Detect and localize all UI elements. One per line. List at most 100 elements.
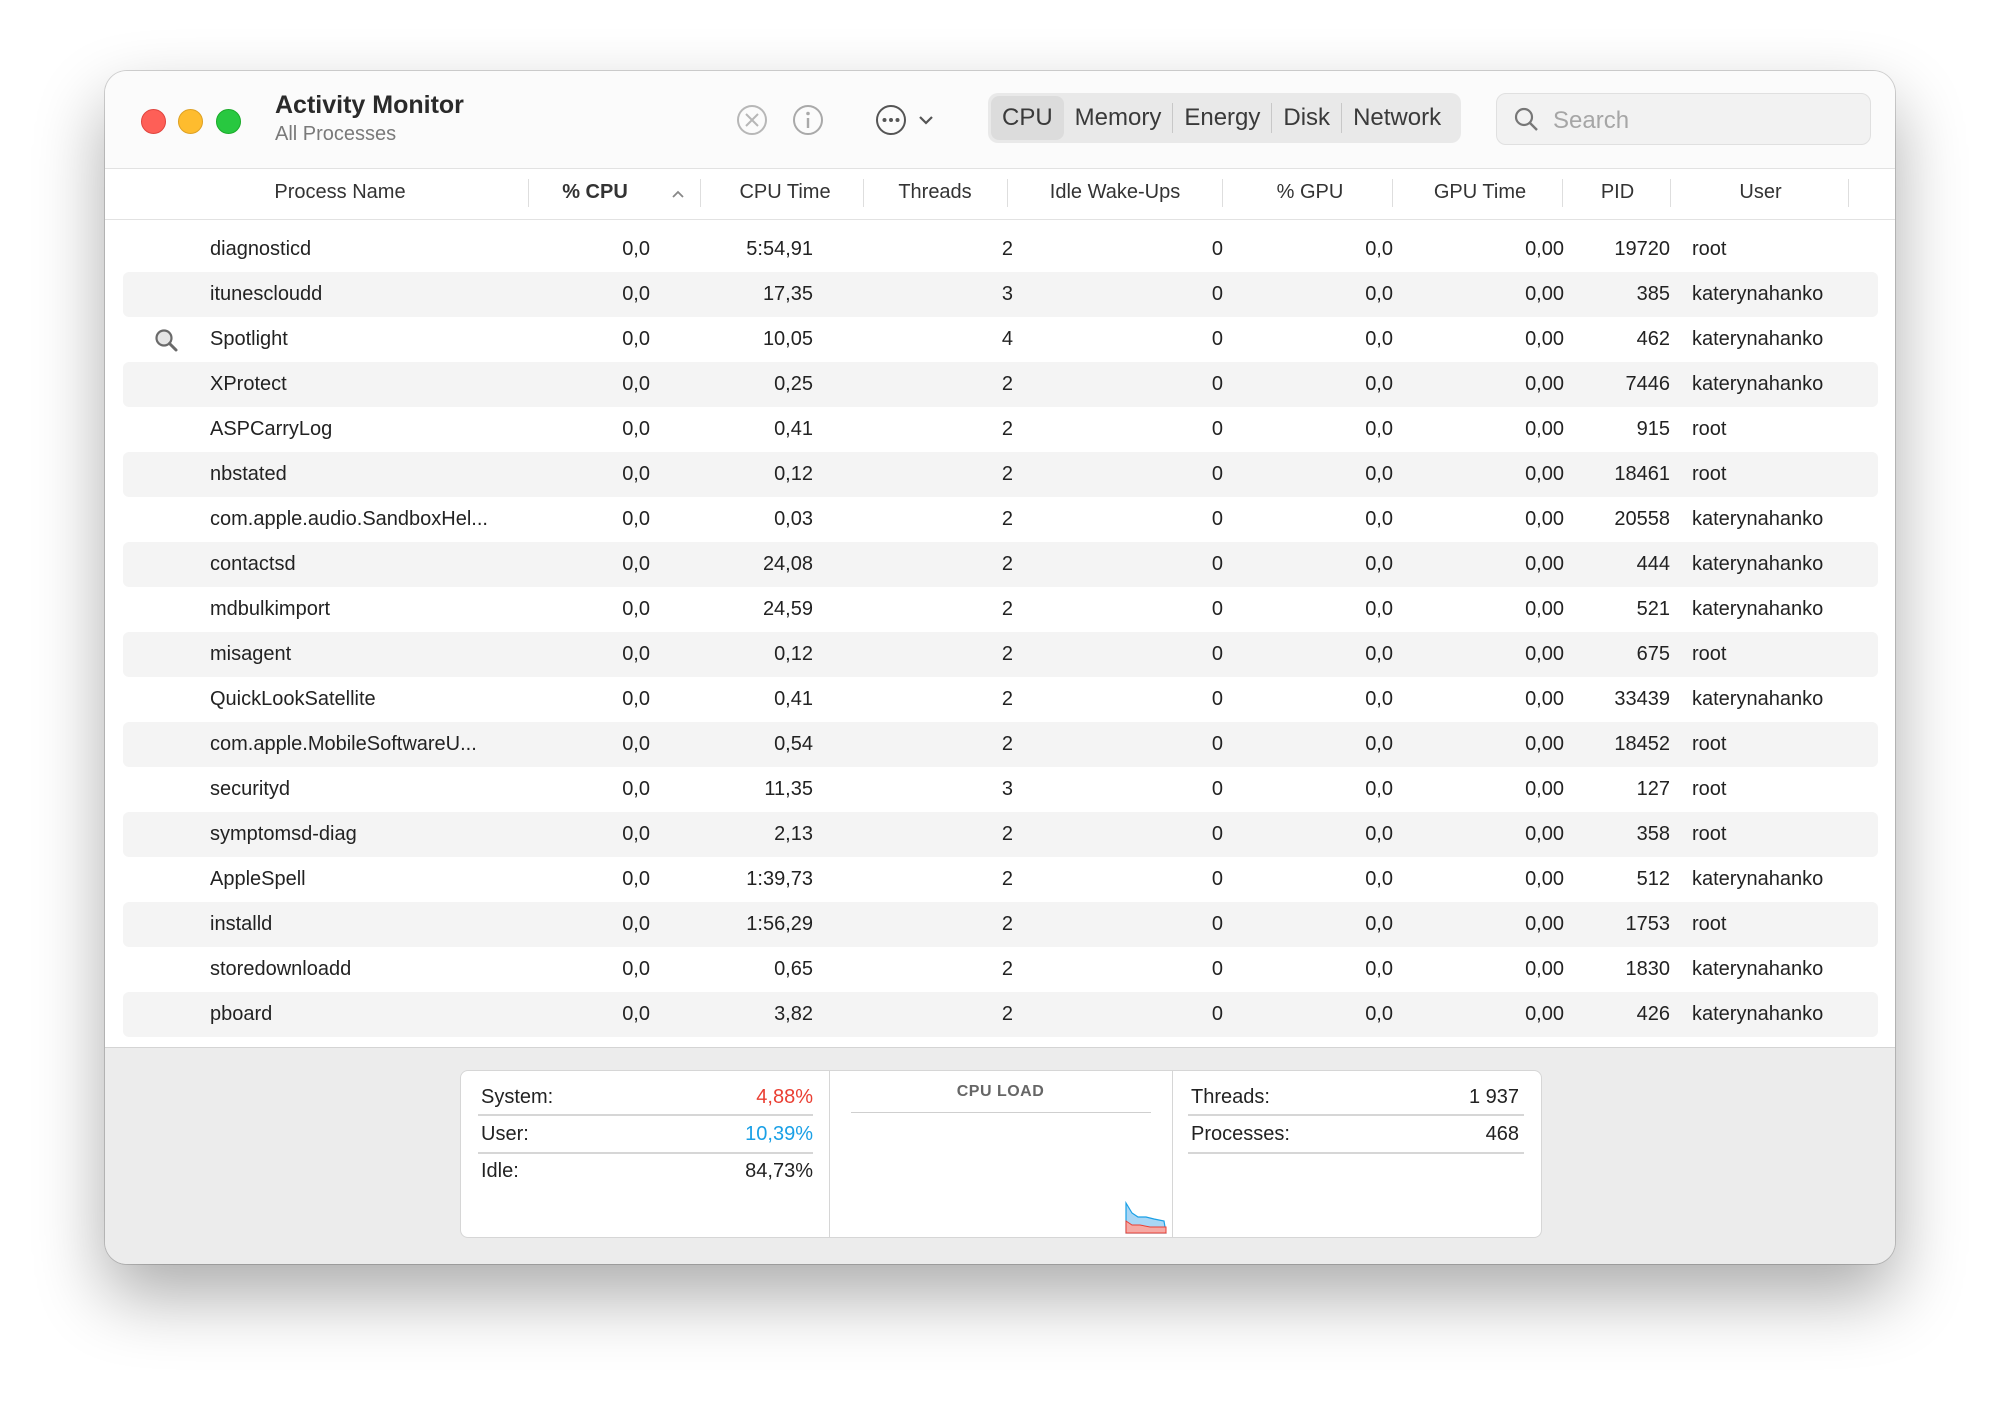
cpu-cell: 0,0 [622, 553, 650, 575]
pid-cell: 7446 [1625, 373, 1671, 395]
table-row[interactable]: ASPCarryLog 0,0 0,41 2 0 0,0 0,00 915 root [123, 407, 1878, 452]
cpu-time-cell: 1:56,29 [746, 913, 813, 935]
tab-cpu[interactable]: CPU [991, 96, 1064, 140]
column-header-cpu[interactable]: % CPU [535, 181, 655, 204]
more-options-icon[interactable] [872, 101, 910, 139]
tab-energy[interactable]: Energy [1173, 96, 1271, 140]
idle-wake-ups-cell: 0 [1211, 418, 1223, 440]
activity-monitor-window: Activity Monitor All Processes CPU Memor… [105, 71, 1895, 1264]
search-field[interactable]: Search [1496, 93, 1871, 145]
gpu-cell: 0,0 [1365, 553, 1393, 575]
cpu-cell: 0,0 [622, 328, 650, 350]
table-row[interactable]: pboard 0,0 3,82 2 0 0,0 0,00 426 katerynahanko [123, 992, 1878, 1037]
table-row[interactable]: itunescloudd 0,0 17,35 3 0 0,0 0,00 385 kateryna… [123, 272, 1878, 317]
window-title: Activity Monitor [275, 91, 464, 119]
tab-disk[interactable]: Disk [1272, 96, 1341, 140]
gpu-time-cell: 0,00 [1525, 373, 1564, 395]
column-header-pid[interactable]: PID [1565, 181, 1670, 204]
threads-cell: 2 [1001, 373, 1013, 395]
stat-divider [478, 1152, 813, 1154]
cpu-cell: 0,0 [622, 688, 650, 710]
process-name-cell: contactsd [210, 553, 296, 575]
table-row[interactable]: nbstated 0,0 0,12 2 0 0,0 0,00 18461 root [123, 452, 1878, 497]
pid-cell: 512 [1636, 868, 1670, 890]
pid-cell: 19720 [1614, 238, 1670, 260]
table-row[interactable]: securityd 0,0 11,35 3 0 0,0 0,00 127 root [123, 767, 1878, 812]
user-cell: katerynahanko [1692, 688, 1824, 710]
column-header-threads[interactable]: Threads [865, 181, 1005, 204]
column-header-idle-wake-ups[interactable]: Idle Wake-Ups [1010, 181, 1220, 204]
idle-wake-ups-cell: 0 [1211, 958, 1223, 980]
processes-label: Processes: [1191, 1123, 1290, 1145]
stop-process-icon[interactable] [733, 101, 771, 139]
idle-wake-ups-cell: 0 [1211, 373, 1223, 395]
idle-wake-ups-cell: 0 [1211, 553, 1223, 575]
idle-wake-ups-cell: 0 [1211, 733, 1223, 755]
process-name-cell: storedownloadd [210, 958, 352, 980]
column-header-gpu[interactable]: % GPU [1225, 181, 1395, 204]
gpu-time-cell: 0,00 [1525, 778, 1564, 800]
table-row[interactable]: contactsd 0,0 24,08 2 0 0,0 0,00 444 katerynahan… [123, 542, 1878, 587]
gpu-cell: 0,0 [1365, 598, 1393, 620]
table-row[interactable]: symptomsd-diag 0,0 2,13 2 0 0,0 0,00 358 root [123, 812, 1878, 857]
idle-wake-ups-cell: 0 [1211, 508, 1223, 530]
pid-cell: 127 [1636, 778, 1670, 800]
info-icon[interactable] [789, 101, 827, 139]
column-header-user[interactable]: User [1673, 181, 1848, 204]
user-cell: root [1692, 238, 1727, 260]
cpu-time-cell: 0,65 [774, 958, 813, 980]
process-name-cell: symptomsd-diag [210, 823, 357, 845]
process-name-cell: pboard [210, 1003, 273, 1025]
pid-cell: 426 [1636, 1003, 1670, 1025]
chevron-down-icon[interactable] [915, 101, 937, 139]
cpu-cell: 0,0 [622, 238, 650, 260]
column-header-process-name[interactable]: Process Name [245, 181, 435, 204]
stat-divider [1188, 1114, 1524, 1116]
system-value: 4,88% [756, 1086, 813, 1108]
gpu-time-cell: 0,00 [1525, 553, 1564, 575]
tab-network[interactable]: Network [1342, 96, 1452, 140]
gpu-cell: 0,0 [1365, 373, 1393, 395]
threads-cell: 2 [1001, 823, 1013, 845]
threads-value: 1 937 [1468, 1086, 1519, 1108]
table-row[interactable]: Spotlight 0,0 10,05 4 0 0,0 0,00 462 katerynahan… [123, 317, 1878, 362]
user-cell: root [1692, 778, 1727, 800]
column-header-cpu-time[interactable]: CPU Time [705, 181, 865, 204]
user-cell: katerynahanko [1692, 1003, 1824, 1025]
user-cell: katerynahanko [1692, 328, 1824, 350]
table-row[interactable]: mdbulkimport 0,0 24,59 2 0 0,0 0,00 521 kateryna… [123, 587, 1878, 632]
table-row[interactable]: storedownloadd 0,0 0,65 2 0 0,0 0,00 1830 katery… [123, 947, 1878, 992]
table-row[interactable]: com.apple.MobileSoftwareU... 0,0 0,54 2 0 0,0… [123, 722, 1878, 767]
search-input[interactable]: Search [1553, 107, 1629, 135]
table-row[interactable]: XProtect 0,0 0,25 2 0 0,0 0,00 7446 katerynahank… [123, 362, 1878, 407]
close-window-button[interactable] [141, 109, 166, 134]
threads-cell: 3 [1001, 283, 1013, 305]
user-value: 10,39% [745, 1123, 813, 1145]
process-name-cell: AppleSpell [210, 868, 306, 890]
table-row[interactable]: AppleSpell 0,0 1:39,73 2 0 0,0 0,00 512 kateryna… [123, 857, 1878, 902]
gpu-cell: 0,0 [1365, 913, 1393, 935]
cpu-time-cell: 0,41 [774, 418, 813, 440]
threads-cell: 3 [1001, 778, 1013, 800]
table-row[interactable]: installd 0,0 1:56,29 2 0 0,0 0,00 1753 root [123, 902, 1878, 947]
cpu-time-cell: 0,25 [774, 373, 813, 395]
magnifier-icon [155, 329, 178, 352]
cpu-cell: 0,0 [622, 958, 650, 980]
zoom-window-button[interactable] [216, 109, 241, 134]
gpu-time-cell: 0,00 [1525, 733, 1564, 755]
idle-wake-ups-cell: 0 [1211, 643, 1223, 665]
gpu-time-cell: 0,00 [1525, 643, 1564, 665]
tab-memory[interactable]: Memory [1064, 96, 1173, 140]
column-separator [1848, 179, 1849, 207]
table-row[interactable]: diagnosticd 0,0 5:54,91 2 0 0,0 0,00 19720 root [123, 227, 1878, 272]
cpu-summary-panel: System: 4,88% User: 10,39% Idle: 84,73% … [460, 1070, 1542, 1238]
system-label: System: [481, 1086, 554, 1108]
column-header-gpu-time[interactable]: GPU Time [1395, 181, 1565, 204]
table-row[interactable]: misagent 0,0 0,12 2 0 0,0 0,00 675 root [123, 632, 1878, 677]
toolbar: Activity Monitor All Processes CPU Memor… [105, 71, 1895, 168]
table-row[interactable]: QuickLookSatellite 0,0 0,41 2 0 0,0 0,00 33439 k… [123, 677, 1878, 722]
cpu-time-cell: 11,35 [764, 778, 813, 800]
cpu-time-cell: 0,41 [774, 688, 813, 710]
table-row[interactable]: com.apple.audio.SandboxHel... 0,0 0,03 2 0 0,… [123, 497, 1878, 542]
minimize-window-button[interactable] [178, 109, 203, 134]
